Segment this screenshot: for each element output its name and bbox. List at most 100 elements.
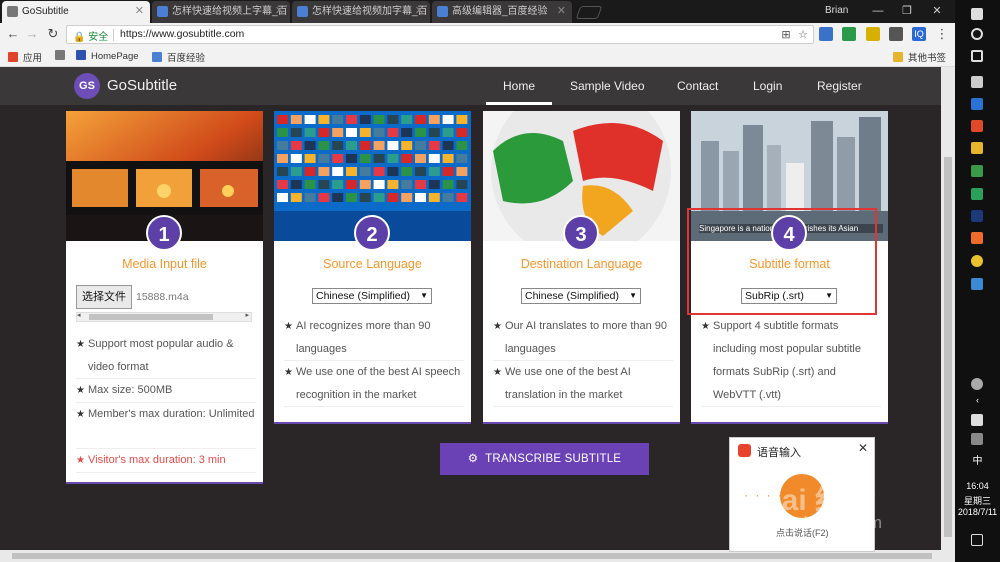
- flag-tile: [373, 115, 385, 124]
- destination-language-select[interactable]: Chinese (Simplified) ▼: [521, 288, 641, 304]
- source-language-select[interactable]: Chinese (Simplified) ▼: [312, 288, 432, 304]
- menu-icon[interactable]: ⋮: [934, 26, 950, 42]
- bookmark-baidu[interactable]: 百度经验: [152, 50, 205, 64]
- flag-tile: [318, 193, 330, 202]
- iq-icon[interactable]: IQ: [912, 27, 926, 41]
- flag-tile: [415, 141, 426, 150]
- windows-taskbar: ‹ 中 16:04 星期三 2018/7/11: [955, 0, 1000, 562]
- url-text[interactable]: https://www.gosubtitle.com: [120, 28, 244, 40]
- cortana-icon[interactable]: [971, 28, 983, 40]
- onedrive-icon[interactable]: [971, 414, 983, 426]
- flag-tile: [277, 154, 288, 163]
- star-icon: ★: [76, 385, 85, 396]
- flag-tile: [387, 167, 399, 176]
- app-icon[interactable]: [971, 278, 983, 290]
- choose-file-button[interactable]: 选择文件: [76, 285, 132, 309]
- flag-tile: [373, 154, 385, 163]
- close-icon[interactable]: ✕: [415, 1, 424, 22]
- minimize-icon[interactable]: —: [864, 2, 892, 20]
- edge-icon[interactable]: [971, 98, 983, 110]
- tab-gosubtitle[interactable]: GoSubtitle ✕: [2, 1, 150, 23]
- clock-date[interactable]: 2018/7/11: [955, 507, 1000, 517]
- flag-tile: [318, 115, 330, 124]
- card-destination-language: 3 Destination Language Chinese (Simplifi…: [483, 111, 680, 424]
- close-icon[interactable]: ✕: [135, 1, 144, 22]
- address-bar[interactable]: 🔒 安全 https://www.gosubtitle.com ⊞ ☆: [66, 25, 814, 44]
- other-bookmarks[interactable]: 其他书签: [893, 50, 946, 64]
- extension-icon[interactable]: [866, 27, 880, 41]
- bookmark-apps[interactable]: 应用: [8, 50, 42, 64]
- scroll-left-icon[interactable]: ◂: [77, 311, 81, 319]
- bookmark-homepage[interactable]: HomePage: [76, 50, 139, 62]
- close-icon[interactable]: ✕: [275, 1, 284, 22]
- flag-tile: [401, 193, 413, 202]
- chevron-down-icon: ▼: [420, 291, 428, 300]
- extension-icon[interactable]: [819, 27, 833, 41]
- nav-login[interactable]: Login: [753, 79, 782, 93]
- flag-tile: [346, 180, 357, 189]
- app-icon[interactable]: [971, 120, 983, 132]
- ime-indicator[interactable]: 中: [955, 452, 1000, 467]
- app-icon[interactable]: [971, 76, 983, 88]
- divider: [113, 29, 114, 41]
- flag-tile: [428, 193, 440, 202]
- people-icon[interactable]: [971, 378, 983, 390]
- bookmark-slot[interactable]: [55, 50, 70, 62]
- back-icon[interactable]: ←: [5, 26, 21, 42]
- reload-icon[interactable]: ↻: [45, 26, 61, 42]
- clock-weekday[interactable]: 星期三: [955, 494, 1000, 507]
- network-icon[interactable]: [971, 433, 983, 445]
- translate-icon[interactable]: ⊞: [779, 28, 793, 42]
- flag-tile: [332, 141, 344, 150]
- extension-icon[interactable]: [889, 27, 903, 41]
- windows-start-icon[interactable]: [971, 8, 983, 20]
- chrome-icon[interactable]: [971, 255, 983, 267]
- tab-baidu-2[interactable]: 怎样快速给视频加字幕_百 ✕: [292, 1, 430, 23]
- close-icon[interactable]: ✕: [557, 1, 566, 22]
- tab-baidu-3[interactable]: 高级编辑器_百度经验 ✕: [432, 1, 572, 23]
- nav-home[interactable]: Home: [503, 79, 535, 93]
- file-scrollbar[interactable]: ◂ ▸: [76, 312, 252, 322]
- close-window-icon[interactable]: ✕: [923, 2, 951, 20]
- forward-icon[interactable]: →: [24, 26, 40, 42]
- extension-icon[interactable]: [842, 27, 856, 41]
- flag-tile: [346, 128, 357, 137]
- flag-tile: [428, 167, 440, 176]
- transcribe-subtitle-button[interactable]: ⚙ TRANSCRIBE SUBTITLE: [440, 443, 649, 475]
- flag-tile: [442, 180, 454, 189]
- nav-sample-video[interactable]: Sample Video: [570, 79, 645, 93]
- flag-tile: [415, 128, 426, 137]
- task-view-icon[interactable]: [971, 50, 983, 62]
- folder-icon[interactable]: [971, 142, 983, 154]
- profile-name[interactable]: Brian: [825, 5, 848, 16]
- new-tab-button[interactable]: [575, 6, 603, 19]
- flag-tile: [346, 193, 357, 202]
- star-icon[interactable]: ☆: [796, 28, 810, 42]
- flag-tile: [401, 167, 413, 176]
- photoshop-icon[interactable]: [971, 210, 983, 222]
- page-vertical-scrollbar[interactable]: [941, 67, 955, 550]
- flag-tile: [373, 193, 385, 202]
- scroll-right-icon[interactable]: ▸: [245, 311, 249, 319]
- chevron-left-icon[interactable]: ‹: [955, 395, 1000, 405]
- tab-baidu-1[interactable]: 怎样快速给视频上字幕_百 ✕: [152, 1, 290, 23]
- brand-name[interactable]: GoSubtitle: [107, 77, 177, 94]
- flag-tile: [332, 115, 344, 124]
- notification-icon[interactable]: [971, 534, 983, 546]
- clock-time[interactable]: 16:04: [955, 481, 1000, 491]
- restore-icon[interactable]: ❐: [893, 2, 921, 20]
- app-icon[interactable]: [971, 165, 983, 177]
- nav-register[interactable]: Register: [817, 79, 862, 93]
- flag-tile: [359, 154, 371, 163]
- flag-tile: [415, 180, 426, 189]
- nav-contact[interactable]: Contact: [677, 79, 718, 93]
- app-icon[interactable]: [971, 188, 983, 200]
- scroll-thumb[interactable]: [944, 157, 952, 537]
- close-icon[interactable]: ✕: [858, 441, 868, 455]
- scroll-thumb[interactable]: [12, 553, 932, 559]
- folder-icon: [893, 52, 903, 62]
- site-logo[interactable]: GS: [74, 73, 100, 99]
- flag-tile: [456, 141, 468, 150]
- app-icon[interactable]: [971, 232, 983, 244]
- scroll-thumb[interactable]: [89, 314, 213, 320]
